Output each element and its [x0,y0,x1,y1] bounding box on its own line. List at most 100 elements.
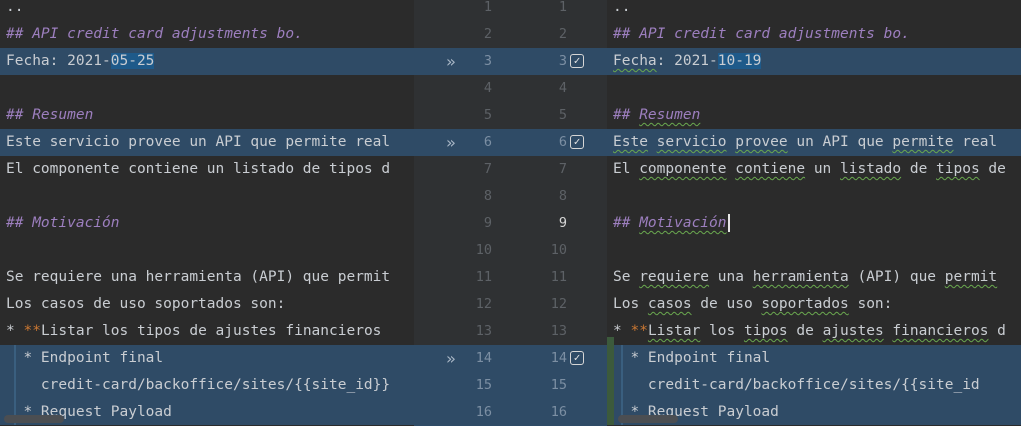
code-line[interactable]: Se requiere una herramienta (API) que pe… [0,264,414,291]
code-line[interactable]: Se requiere una herramienta (API) que pe… [607,264,1021,291]
code-line[interactable] [607,75,1021,102]
left-line-number: 9 [483,215,492,231]
right-line-number: 11 [550,269,567,285]
code-line[interactable]: credit-card/backoffice/sites/{{site_id}} [0,372,414,399]
gutter-row: 99 [414,210,607,237]
code-line[interactable] [607,183,1021,210]
gutter-row: 11 [414,0,607,21]
code-text: ## Motivación [6,210,120,237]
code-line[interactable]: * **Listar los tipos de ajustes financie… [607,318,1021,345]
left-line-number: 11 [475,269,492,285]
right-line-number: 3 [558,53,567,69]
code-line[interactable]: ## Resumen [0,102,414,129]
left-line-number: 10 [475,242,492,258]
code-line[interactable]: Los casos de uso soportados son: [0,291,414,318]
left-line-number: 16 [475,404,492,420]
code-token: provee [735,134,788,150]
code-token: Los casos de uso soportados son: [6,296,286,312]
left-editor-pane[interactable]: .. ## API credit card adjustments bo. Fech… [0,0,414,425]
code-line[interactable]: Fecha: 2021-05-25 [0,48,414,75]
right-editor-pane[interactable]: .. ## API credit card adjustments bo. Fech… [607,0,1021,425]
code-line[interactable]: Este servicio provee un API que permite … [607,129,1021,156]
code-text: ## Motivación [613,210,730,237]
code-line[interactable]: El componente contiene un listado de tip… [607,156,1021,183]
code-token: ## [613,215,640,231]
left-line-number: 15 [475,377,492,393]
code-line[interactable]: * Endpoint final [0,345,414,372]
gutter-row: » 3 3 ✓ [414,48,607,75]
left-horizontal-scrollbar[interactable] [4,415,64,423]
code-token: ajustes [822,323,884,339]
code-text: El componente contiene un listado de tip… [613,156,1006,183]
code-line[interactable] [607,237,1021,264]
code-line[interactable]: Fecha: 2021-10-19 [607,48,1021,75]
code-line[interactable]: * **Listar los tipos de ajustes financie… [0,318,414,345]
code-token: .. [613,0,631,15]
right-line-number: 7 [558,161,567,177]
gutter-row: 12 12 [414,291,607,318]
code-token: ## API credit card adjustments bo. [6,26,303,42]
code-line[interactable]: Este servicio provee un API que permite … [0,129,414,156]
code-line[interactable]: * Endpoint final [607,345,1021,372]
code-token: de uso [691,296,762,312]
gutter-row: 13 13 [414,318,607,345]
code-token: ## API credit card adjustments bo. [613,26,910,42]
code-line[interactable]: Los casos de uso soportados son: [607,291,1021,318]
right-line-number: 16 [550,404,567,420]
diff-viewer: .. ## API credit card adjustments bo. Fech… [0,0,1021,426]
gutter-row: 77 [414,156,607,183]
code-line[interactable] [0,75,414,102]
gutter-row: 10 10 [414,237,607,264]
gutter-row: » 6 6 ✓ [414,129,607,156]
code-line[interactable]: ## Motivación [0,210,414,237]
code-line[interactable] [0,237,414,264]
code-token: 10-19 [717,53,762,69]
code-line[interactable]: .. [0,0,414,21]
code-text: Fecha: 2021-10-19 [613,48,762,75]
code-line[interactable]: ## Motivación [607,210,1021,237]
accept-change-checkbox-icon[interactable]: ✓ [570,135,584,149]
code-text: Este servicio provee un API que permite … [6,129,390,156]
text-caret [727,214,730,232]
code-line[interactable]: credit-card/backoffice/sites/{{site_id [607,372,1021,399]
code-text: credit-card/backoffice/sites/{{site_id}} [6,372,390,399]
right-line-number: 15 [550,377,567,393]
code-line[interactable]: El componente contiene un listado de tip… [0,156,414,183]
code-token: un [805,161,841,177]
code-token: Este [613,134,648,150]
code-line[interactable]: ## API credit card adjustments bo. [607,21,1021,48]
gutter-row: 11 11 [414,264,607,291]
code-token: d [988,323,1006,339]
diff-gutter: 1 1 2 2» 3 3 ✓ 4 4 5 5» 6 6 ✓ 7 7 8 8 9 9 10 10 11 11 12 12 13 13» 1… [414,0,607,426]
code-text: ## API credit card adjustments bo. [613,21,910,48]
code-line[interactable]: ## API credit card adjustments bo. [0,21,414,48]
code-token: Listar los tipos de ajustes financieros [40,323,382,339]
code-token: permite [892,134,954,150]
code-token: Fecha [613,53,657,69]
gutter-row: 15 15 [414,372,607,399]
code-token: una [709,269,753,285]
code-text: Este servicio provee un API que permite … [613,129,997,156]
code-token: listado [840,161,902,177]
code-token: ## [613,107,640,123]
code-text: Los casos de uso soportados son: [613,291,892,318]
code-line[interactable]: .. [607,0,1021,21]
code-text: Fecha: 2021-05-25 [6,48,155,75]
code-line[interactable] [0,183,414,210]
left-line-number: 6 [483,134,492,150]
code-text: * Endpoint final [613,345,770,372]
code-line[interactable]: ## Resumen [607,102,1021,129]
code-text: ## Resumen [6,102,93,129]
left-line-number: 5 [483,107,492,123]
accept-change-checkbox-icon[interactable]: ✓ [570,351,584,365]
left-line-number: 13 [475,323,492,339]
right-line-number: 12 [550,296,567,312]
accept-change-checkbox-icon[interactable]: ✓ [570,54,584,68]
right-horizontal-scrollbar[interactable] [618,415,678,423]
right-line-number: 9 [558,215,567,231]
gutter-row: 55 [414,102,607,129]
code-token: El componente contiene un listado de tip… [6,161,391,177]
code-token: requiere [639,269,710,285]
left-line-number: 14 [475,350,492,366]
